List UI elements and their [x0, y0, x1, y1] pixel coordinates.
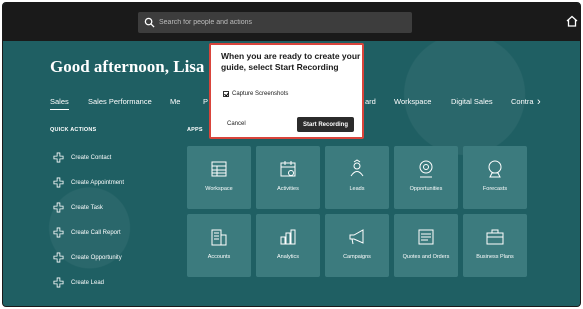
top-bar — [3, 3, 580, 41]
quick-action-create-opportunity[interactable]: Create Opportunity — [53, 252, 122, 263]
app-tile-label: Opportunities — [409, 186, 443, 192]
quick-action-label: Create Lead — [71, 279, 105, 286]
app-tile-activities[interactable]: Activities — [256, 146, 320, 209]
home-icon[interactable] — [566, 15, 578, 27]
tab-partial-p[interactable]: P — [203, 97, 208, 106]
app-tile-label: Workspace — [205, 186, 233, 192]
analytics-icon — [280, 229, 296, 245]
app-tile-label: Business Plans — [476, 254, 514, 260]
quick-action-create-lead[interactable]: Create Lead — [53, 277, 104, 288]
app-window: Good afternoon, Lisa Jo Sales Sales Perf… — [2, 2, 581, 307]
quick-action-create-contact[interactable]: Create Contact — [53, 152, 111, 163]
apps-heading: APPS — [187, 127, 203, 133]
quick-action-label: Create Contact — [71, 154, 112, 161]
tab-me[interactable]: Me — [170, 97, 180, 106]
megaphone-icon — [349, 229, 364, 245]
tab-digital-sales[interactable]: Digital Sales — [451, 97, 493, 106]
leads-icon — [350, 159, 364, 177]
app-tile-label: Forecasts — [482, 186, 508, 192]
app-tile-quotes-and-orders[interactable]: Quotes and Orders — [394, 214, 458, 277]
checkbox-checked-icon[interactable] — [223, 91, 229, 97]
plus-icon — [53, 277, 64, 288]
plus-icon — [53, 177, 64, 188]
quick-action-label: Create Appointment — [71, 179, 125, 186]
plus-icon — [53, 152, 64, 163]
app-tile-label: Analytics — [276, 254, 299, 260]
chevron-right-icon[interactable]: › — [537, 96, 541, 108]
search-icon — [144, 17, 155, 28]
tab-sales[interactable]: Sales — [50, 97, 69, 110]
app-tile-leads[interactable]: Leads — [325, 146, 389, 209]
app-tile-label: Campaigns — [343, 254, 371, 260]
checkbox-label: Capture Screenshots — [232, 91, 289, 97]
app-tile-label: Quotes and Orders — [402, 254, 450, 260]
quick-actions-heading: QUICK ACTIONS — [50, 127, 97, 133]
crystal-ball-icon — [488, 160, 502, 178]
app-tile-analytics[interactable]: Analytics — [256, 214, 320, 277]
app-tile-opportunities[interactable]: Opportunities — [394, 146, 458, 209]
plus-icon — [53, 227, 64, 238]
cancel-button[interactable]: Cancel — [227, 121, 246, 127]
calendar-icon — [280, 161, 296, 177]
search-bar[interactable] — [138, 12, 412, 33]
dialog-title: When you are ready to create your guide,… — [221, 51, 361, 72]
guide-recording-dialog: When you are ready to create your guide,… — [209, 43, 364, 139]
workspace-icon — [211, 161, 227, 177]
start-recording-button[interactable]: Start Recording — [297, 117, 354, 132]
app-tile-label: Activities — [277, 186, 299, 192]
tab-contracts[interactable]: Contra — [511, 97, 534, 106]
app-tile-business-plans[interactable]: Business Plans — [463, 214, 527, 277]
tab-sales-performance[interactable]: Sales Performance — [88, 97, 152, 106]
capture-screenshots-checkbox[interactable]: Capture Screenshots — [223, 91, 288, 97]
app-tile-campaigns[interactable]: Campaigns — [325, 214, 389, 277]
quick-action-create-task[interactable]: Create Task — [53, 202, 103, 213]
search-input[interactable] — [159, 19, 399, 26]
app-tile-label: Leads — [349, 186, 365, 192]
quotes-icon — [418, 229, 434, 245]
quick-action-label: Create Call Report — [71, 229, 121, 236]
tab-partial-dashboard[interactable]: ard — [365, 97, 376, 106]
plus-icon — [53, 252, 64, 263]
app-tile-workspace[interactable]: Workspace — [187, 146, 251, 209]
app-tile-forecasts[interactable]: Forecasts — [463, 146, 527, 209]
building-icon — [211, 229, 227, 246]
quick-action-label: Create Task — [71, 204, 103, 211]
app-tile-accounts[interactable]: Accounts — [187, 214, 251, 277]
plus-icon — [53, 202, 64, 213]
app-tile-label: Accounts — [207, 254, 231, 260]
quick-action-label: Create Opportunity — [71, 254, 122, 261]
greeting-heading: Good afternoon, Lisa Jo — [50, 57, 226, 76]
tab-workspace[interactable]: Workspace — [394, 97, 431, 106]
briefcase-icon — [486, 229, 504, 245]
quick-action-create-call-report[interactable]: Create Call Report — [53, 227, 121, 238]
quick-action-create-appointment[interactable]: Create Appointment — [53, 177, 124, 188]
opportunities-icon — [419, 160, 433, 178]
